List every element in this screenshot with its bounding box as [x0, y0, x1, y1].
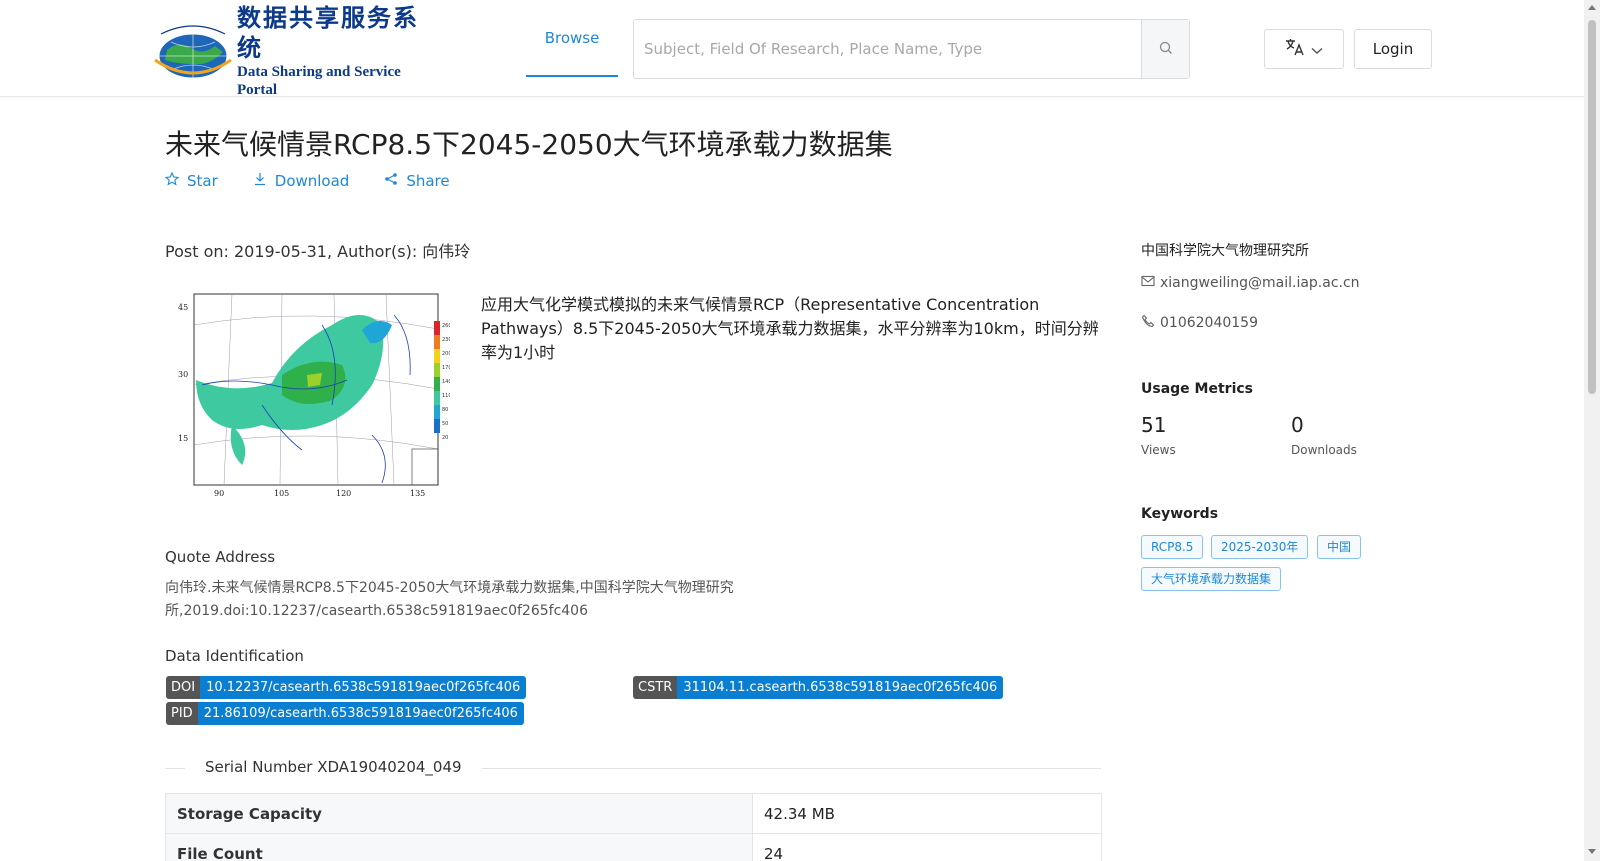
site-logo[interactable]: 数据共享服务系统 Data Sharing and Service Portal: [153, 3, 443, 98]
doi-tag[interactable]: DOI 10.12237/casearth.6538c591819aec0f26…: [166, 676, 527, 699]
download-button[interactable]: Download: [253, 172, 350, 190]
keyword-tag[interactable]: RCP8.5: [1141, 535, 1204, 559]
keyword-tag[interactable]: 2025-2030年: [1211, 535, 1309, 559]
scroll-down-arrow-icon[interactable]: [1588, 849, 1596, 854]
cstr-key: CSTR: [633, 676, 678, 699]
table-value: 24: [752, 833, 1102, 861]
data-identification-label: Data Identification: [165, 647, 304, 665]
sidebar-organization: 中国科学院大气物理研究所: [1141, 243, 1309, 259]
share-icon: [384, 172, 398, 190]
map-legend-label: 20: [442, 435, 448, 441]
star-label: Star: [187, 172, 218, 190]
login-button[interactable]: Login: [1354, 29, 1432, 69]
table-row: Storage Capacity 42.34 MB: [165, 793, 1102, 834]
dataset-actions: Star Download Share: [164, 171, 450, 190]
map-legend-label: 260: [442, 323, 450, 329]
keyword-tag[interactable]: 中国: [1317, 535, 1362, 559]
quote-address-label: Quote Address: [165, 548, 276, 566]
search-bar: [633, 19, 1190, 79]
phone-icon: [1141, 314, 1155, 332]
keywords-title: Keywords: [1141, 506, 1219, 522]
serial-number: Serial Number XDA19040204_049: [185, 758, 482, 776]
cstr-tag[interactable]: CSTR 31104.11.casearth.6538c591819aec0f2…: [633, 676, 1004, 699]
map-legend-label: 200: [442, 351, 450, 357]
downloads-count: 0: [1291, 413, 1304, 437]
dataset-thumbnail-map[interactable]: 260 230 200 170 140 110 80 50 20 45 30 1…: [172, 285, 452, 500]
usage-metrics-title: Usage Metrics: [1141, 381, 1253, 397]
globe-logo-icon: [153, 20, 233, 82]
chevron-down-icon: [1311, 40, 1323, 59]
scroll-up-arrow-icon[interactable]: [1588, 5, 1596, 10]
search-input[interactable]: [634, 20, 1141, 78]
map-x-label: 135: [410, 489, 425, 498]
table-value: 42.34 MB: [752, 793, 1102, 834]
page-title: 未来气候情景RCP8.5下2045-2050大气环境承载力数据集: [165, 128, 893, 161]
downloads-label: Downloads: [1291, 443, 1357, 457]
dataset-description: 应用大气化学模式模拟的未来气候情景RCP（Representative Conc…: [481, 295, 1099, 362]
download-icon: [253, 172, 267, 190]
table-key: Storage Capacity: [165, 793, 753, 834]
mail-icon: [1141, 275, 1155, 291]
doi-key: DOI: [166, 676, 201, 699]
share-label: Share: [406, 172, 450, 190]
map-x-label: 120: [336, 489, 351, 498]
sidebar-email-row[interactable]: xiangweiling@mail.iap.ac.cn: [1141, 275, 1360, 291]
views-label: Views: [1141, 443, 1176, 457]
cstr-value: 31104.11.casearth.6538c591819aec0f265fc4…: [677, 676, 1004, 699]
map-legend-label: 230: [442, 337, 450, 343]
map-y-label: 30: [178, 370, 188, 379]
page-scrollbar[interactable]: [1584, 0, 1600, 861]
pid-tag[interactable]: PID 21.86109/casearth.6538c591819aec0f26…: [166, 702, 524, 725]
translate-icon: [1285, 38, 1305, 60]
map-legend-label: 50: [442, 421, 448, 427]
map-y-label: 45: [178, 303, 188, 312]
map-legend-label: 170: [442, 365, 450, 371]
search-button[interactable]: [1141, 20, 1189, 78]
logo-title-en: Data Sharing and Service Portal: [237, 64, 401, 98]
map-y-label: 15: [178, 434, 188, 443]
share-button[interactable]: Share: [384, 172, 450, 190]
quote-address-text: 向伟玲.未来气候情景RCP8.5下2045-2050大气环境承载力数据集,中国科…: [165, 580, 734, 619]
sidebar-phone: 01062040159: [1160, 315, 1258, 331]
views-count: 51: [1141, 413, 1167, 437]
sidebar-email: xiangweiling@mail.iap.ac.cn: [1160, 275, 1360, 291]
search-icon: [1159, 40, 1173, 59]
map-x-label: 105: [274, 489, 289, 498]
star-button[interactable]: Star: [164, 171, 218, 190]
download-label: Download: [274, 172, 350, 190]
map-x-label: 90: [214, 489, 224, 498]
nav-browse-tab[interactable]: Browse: [526, 0, 618, 77]
map-legend-label: 80: [442, 407, 448, 413]
top-header: 数据共享服务系统 Data Sharing and Service Portal…: [0, 0, 1584, 98]
language-switcher[interactable]: [1264, 29, 1344, 69]
star-icon: [164, 171, 180, 190]
table-key: File Count: [165, 833, 753, 861]
map-legend-label: 140: [442, 379, 450, 385]
pid-value: 21.86109/casearth.6538c591819aec0f265fc4…: [197, 702, 524, 725]
dataset-info-table: Storage Capacity 42.34 MB File Count 24: [165, 793, 1102, 861]
keyword-tag[interactable]: 大气环境承载力数据集: [1141, 567, 1282, 591]
post-info: Post on: 2019-05-31, Author(s): 向伟玲: [165, 242, 471, 261]
pid-key: PID: [166, 702, 198, 725]
map-legend-label: 110: [442, 393, 450, 399]
scrollbar-thumb[interactable]: [1588, 20, 1596, 394]
sidebar-phone-row: 01062040159: [1141, 314, 1258, 332]
logo-title-cn: 数据共享服务系统: [237, 3, 419, 62]
table-row: File Count 24: [165, 833, 1102, 861]
doi-value: 10.12237/casearth.6538c591819aec0f265fc4…: [200, 676, 527, 699]
